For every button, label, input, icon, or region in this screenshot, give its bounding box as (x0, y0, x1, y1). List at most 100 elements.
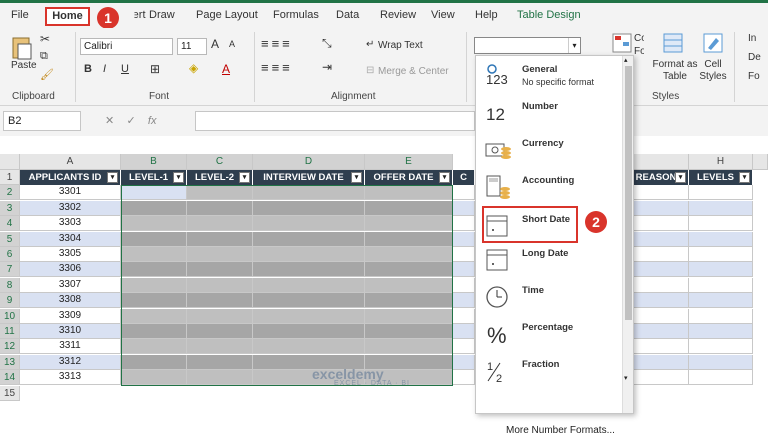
number-format-option-general[interactable]: 123 General No specific format (476, 58, 623, 95)
wrap-text-button[interactable]: Wrap Text (378, 40, 423, 51)
cancel-icon[interactable]: ✕ (105, 115, 114, 127)
table-cell[interactable] (634, 324, 689, 339)
table-cell[interactable] (453, 293, 475, 309)
table-cell[interactable] (121, 339, 187, 355)
paste-button[interactable]: Paste (11, 60, 37, 71)
table-cell[interactable]: 3311 (20, 339, 121, 355)
tab-insert[interactable]: Insert (135, 9, 146, 21)
table-cell[interactable] (689, 231, 753, 247)
table-cell[interactable] (453, 354, 475, 370)
table-cell[interactable] (365, 247, 453, 262)
table-header-cell[interactable]: APPLICANTS ID ▾ (20, 170, 121, 185)
column-header-g[interactable] (634, 154, 689, 170)
table-cell[interactable] (453, 200, 475, 216)
table-cell[interactable] (121, 200, 187, 216)
table-cell[interactable] (365, 185, 453, 201)
tab-review[interactable]: Review (380, 9, 416, 21)
table-cell[interactable] (365, 293, 453, 309)
row-header[interactable]: 7 (0, 262, 20, 278)
row-header[interactable]: 13 (0, 354, 20, 370)
table-cell[interactable] (187, 293, 253, 309)
table-cell[interactable] (453, 370, 475, 386)
merge-icon[interactable]: ⊟ (366, 65, 374, 76)
table-cell[interactable] (453, 247, 475, 262)
cut-icon[interactable]: ✂ (40, 32, 50, 46)
select-all-corner[interactable] (0, 154, 20, 170)
table-cell[interactable] (365, 339, 453, 355)
more-number-formats-link[interactable]: More Number Formats... (506, 425, 615, 436)
table-cell[interactable] (253, 277, 365, 293)
table-cell[interactable]: 3302 (20, 200, 121, 216)
row-header[interactable]: 4 (0, 216, 20, 232)
table-header-cell[interactable]: LEVEL-2 ▾ (187, 170, 253, 185)
number-format-option-accounting[interactable]: Accounting (476, 169, 623, 206)
scroll-up-icon[interactable]: ▴ (624, 56, 628, 64)
table-cell[interactable] (253, 293, 365, 309)
table-cell[interactable] (365, 262, 453, 278)
table-cell[interactable]: 3303 (20, 216, 121, 232)
row-header[interactable]: 6 (0, 247, 20, 262)
table-cell[interactable] (689, 308, 753, 324)
table-cell[interactable] (689, 200, 753, 216)
table-cell[interactable] (365, 308, 453, 324)
table-cell[interactable] (187, 200, 253, 216)
table-header-cell[interactable]: C (453, 170, 475, 185)
fill-color-icon[interactable]: ◈ (189, 61, 198, 75)
number-format-option-currency[interactable]: Currency (476, 132, 623, 169)
table-cell[interactable] (634, 216, 689, 232)
table-cell[interactable] (453, 277, 475, 293)
tab-draw[interactable]: Draw (149, 9, 175, 21)
table-cell[interactable]: 3307 (20, 277, 121, 293)
table-cell[interactable] (121, 354, 187, 370)
font-color-icon[interactable]: A (222, 62, 230, 76)
table-cell[interactable] (634, 185, 689, 201)
table-cell[interactable] (253, 308, 365, 324)
bold-button[interactable]: B (84, 63, 92, 75)
column-header-c[interactable]: C (187, 154, 253, 170)
name-box[interactable]: B2 (3, 111, 81, 131)
table-cell[interactable]: 3309 (20, 308, 121, 324)
horizontal-align-icons[interactable]: ≡≡≡ (261, 60, 293, 75)
tab-home[interactable]: Home (45, 7, 90, 26)
filter-dropdown-icon[interactable]: ▾ (107, 172, 118, 183)
column-header-i[interactable] (753, 154, 768, 170)
underline-button[interactable]: U (121, 63, 129, 75)
table-cell[interactable]: 3310 (20, 324, 121, 339)
table-cell[interactable] (121, 216, 187, 232)
filter-dropdown-icon[interactable]: ▾ (675, 172, 686, 183)
table-cell[interactable] (689, 216, 753, 232)
row-header[interactable]: 1 (0, 170, 20, 185)
merge-center-button[interactable]: Merge & Center (378, 66, 449, 77)
scroll-thumb[interactable] (625, 66, 632, 320)
table-cell[interactable] (365, 200, 453, 216)
table-cell[interactable] (187, 262, 253, 278)
filter-dropdown-icon[interactable]: ▾ (439, 172, 450, 183)
table-cell[interactable]: 3312 (20, 354, 121, 370)
number-format-option-number[interactable]: 12 Number (476, 95, 623, 132)
table-cell[interactable] (634, 277, 689, 293)
table-cell[interactable] (187, 231, 253, 247)
cell-styles-button[interactable]: Cell Styles (697, 59, 729, 83)
table-cell[interactable] (187, 216, 253, 232)
table-cell[interactable] (121, 293, 187, 309)
row-header[interactable]: 14 (0, 370, 20, 386)
increase-font-icon[interactable]: A (211, 37, 219, 51)
table-cell[interactable] (121, 247, 187, 262)
italic-button[interactable]: I (103, 63, 106, 75)
table-cell[interactable] (187, 308, 253, 324)
tab-table-design[interactable]: Table Design (517, 9, 581, 21)
number-format-option-long-date[interactable]: Long Date (476, 242, 623, 279)
column-header-a[interactable]: A (20, 154, 121, 170)
tab-help[interactable]: Help (475, 9, 498, 21)
table-cell[interactable] (121, 231, 187, 247)
table-cell[interactable] (689, 293, 753, 309)
tab-file[interactable]: File (11, 9, 29, 21)
table-cell[interactable] (187, 324, 253, 339)
row-header[interactable]: 5 (0, 231, 20, 247)
filter-dropdown-icon[interactable]: ▾ (239, 172, 250, 183)
table-cell[interactable] (253, 185, 365, 201)
number-format-option-short-date[interactable]: Short Date (482, 206, 578, 243)
scroll-down-icon[interactable]: ▾ (624, 374, 628, 382)
table-cell[interactable] (453, 231, 475, 247)
column-header-d[interactable]: D (253, 154, 365, 170)
